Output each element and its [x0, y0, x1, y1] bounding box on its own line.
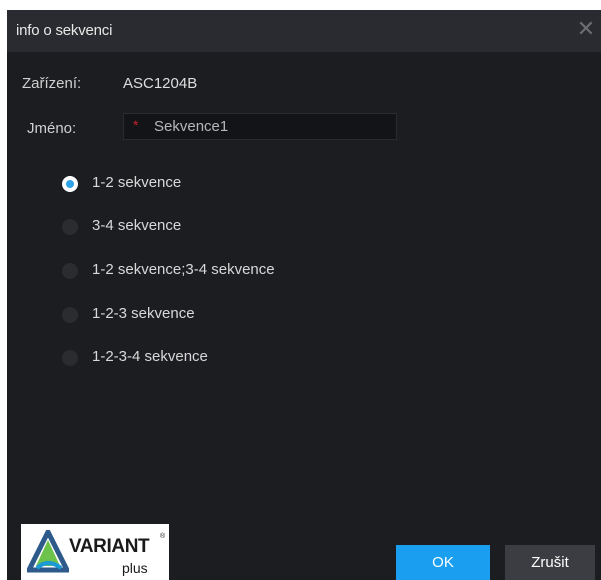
option-label: 1-2-3 sekvence — [92, 305, 195, 322]
ok-button[interactable]: OK — [396, 545, 490, 580]
dialog-title: info o sekvenci — [16, 22, 113, 39]
cancel-button[interactable]: Zrušit — [505, 545, 595, 580]
logo-sub: plus — [122, 560, 148, 576]
radio-button[interactable] — [62, 350, 78, 366]
option-label: 1-2 sekvence;3-4 sekvence — [92, 261, 275, 278]
radio-button[interactable] — [62, 307, 78, 323]
name-label: Jméno: — [27, 120, 77, 137]
logo-registered: ® — [160, 533, 166, 540]
radio-button-checked[interactable] — [62, 176, 78, 192]
option-label: 3-4 sekvence — [92, 217, 182, 234]
device-label: Zařízení: — [22, 75, 82, 92]
name-field[interactable]: * — [123, 113, 397, 140]
required-asterisk: * — [133, 117, 139, 133]
option-label: 1-2 sekvence — [92, 174, 182, 191]
option-label: 1-2-3-4 sekvence — [92, 348, 208, 365]
sequence-info-dialog: info o sekvenci ✕ Zařízení: ASC1204B Jmé… — [7, 10, 601, 580]
close-icon[interactable]: ✕ — [575, 18, 597, 40]
device-value: ASC1204B — [123, 75, 198, 92]
variant-plus-logo: VARIANT ® plus — [21, 524, 169, 580]
radio-button[interactable] — [62, 263, 78, 279]
variant-logo-mark-icon — [27, 530, 69, 573]
logo-brand: VARIANT — [69, 536, 150, 557]
dialog-titlebar: info o sekvenci ✕ — [7, 10, 601, 52]
name-input[interactable] — [154, 117, 384, 136]
radio-button[interactable] — [62, 219, 78, 235]
